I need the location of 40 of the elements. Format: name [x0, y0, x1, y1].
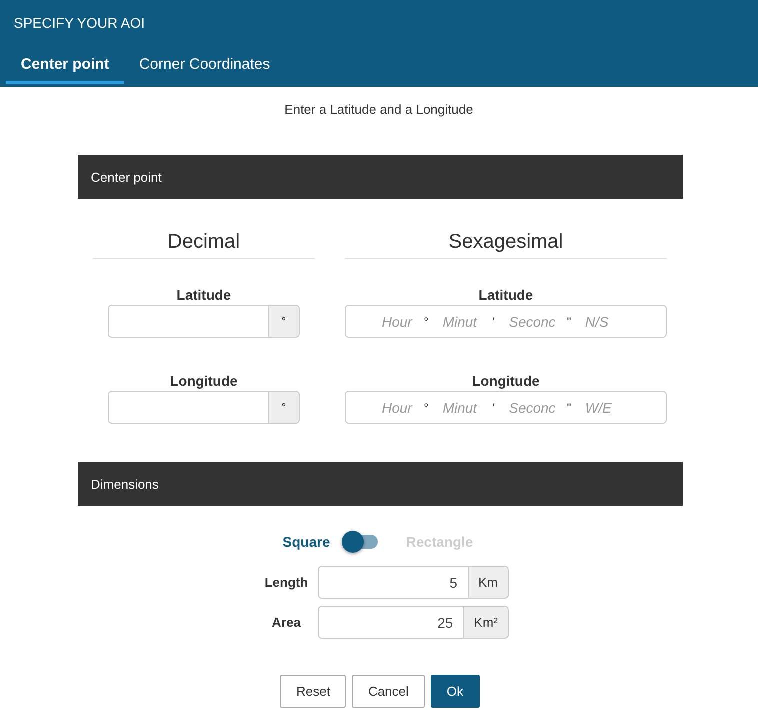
column-heading: Decimal [93, 229, 315, 259]
field-label: Longitude [170, 373, 238, 389]
column-heading: Sexagesimal [345, 229, 667, 259]
field-label: Length [264, 575, 310, 590]
input-field[interactable]: 25 [318, 606, 464, 639]
toggle-option[interactable]: Square [282, 534, 330, 550]
unit-addon: ° [269, 305, 300, 338]
ok-button[interactable]: Ok [430, 675, 480, 708]
input-field[interactable]: Hour [382, 400, 418, 416]
input-field[interactable] [108, 391, 269, 424]
unit-symbol: ° [424, 314, 429, 328]
unit-symbol: ° [424, 400, 429, 414]
field-label: Latitude [176, 287, 232, 303]
button[interactable]: Reset [280, 675, 346, 708]
input-field[interactable]: N/S [585, 314, 614, 330]
button[interactable]: Cancel [352, 675, 425, 708]
input-field[interactable]: 5 [318, 566, 468, 599]
section-header: Center point [78, 155, 683, 199]
input-field[interactable]: Seconc [509, 400, 562, 416]
input-field[interactable]: W/E [585, 400, 614, 416]
unit-addon: ° [269, 391, 300, 424]
field-label: Longitude [472, 373, 540, 389]
tab[interactable]: Corner Coordinates [124, 53, 286, 84]
input-field[interactable] [108, 305, 269, 338]
instruction-text: Enter a Latitude and a Longitude [284, 102, 474, 117]
unit-addon: Km² [464, 606, 509, 639]
unit-addon: Km [468, 566, 509, 599]
input-field[interactable]: Hour [382, 314, 418, 330]
input-field[interactable]: Minut [442, 314, 487, 330]
input-field[interactable]: Minut [442, 400, 487, 416]
field-label: Area [271, 615, 302, 630]
unit-symbol: ' [492, 314, 496, 328]
input-field[interactable]: Seconc [509, 314, 562, 330]
unit-symbol: " [567, 314, 572, 328]
section-header: Dimensions [78, 462, 683, 506]
unit-symbol: " [567, 400, 572, 414]
unit-symbol: ' [492, 400, 496, 414]
dialog-title: SPECIFY YOUR AOI [13, 14, 145, 33]
field-label: Latitude [478, 287, 534, 303]
tab[interactable]: Center point [6, 53, 124, 84]
